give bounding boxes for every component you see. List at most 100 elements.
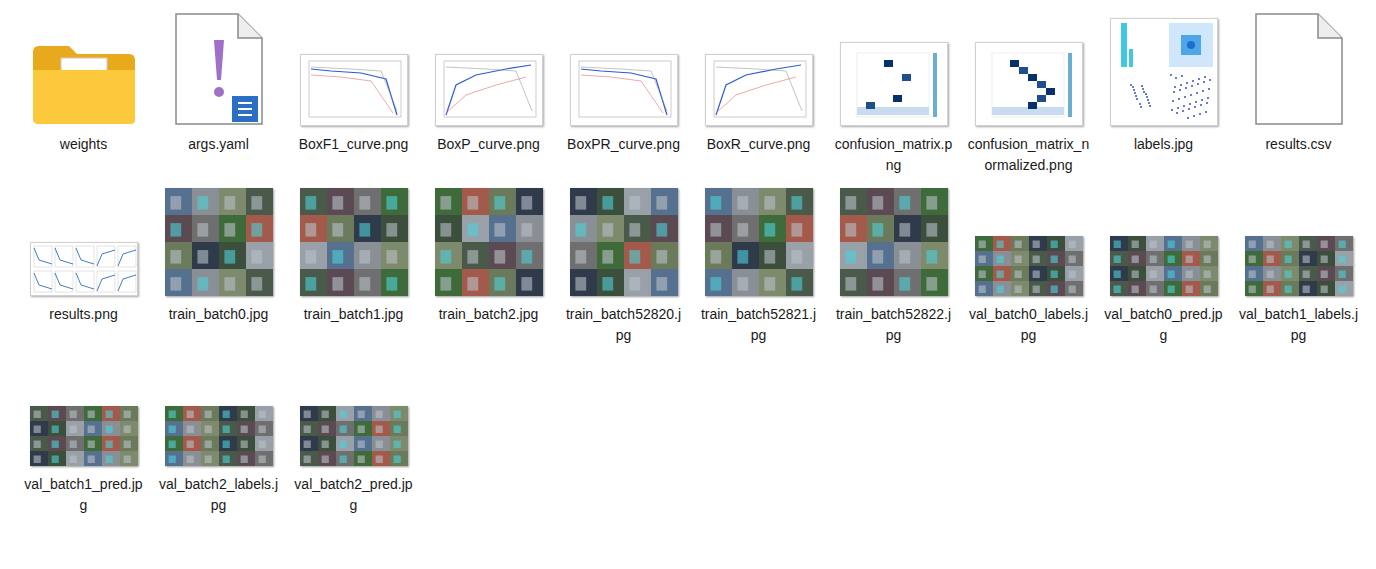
file-thumbnail bbox=[1096, 10, 1231, 126]
file-explorer: weights args.yaml BoxF1_curve.png BoxP_curv… bbox=[0, 0, 1376, 569]
photo-mosaic-icon bbox=[435, 188, 543, 296]
file-thumbnail bbox=[16, 180, 151, 296]
file-thumbnail bbox=[826, 10, 961, 126]
curve-icon bbox=[436, 55, 542, 125]
photo-mosaic-icon bbox=[975, 236, 1083, 296]
results-thumbnail bbox=[30, 242, 138, 296]
photo-mosaic-icon bbox=[570, 188, 678, 296]
file-item[interactable]: val_batch1_labels.jpg bbox=[1231, 180, 1366, 346]
file-thumbnail bbox=[151, 180, 286, 296]
chart-thumbnail bbox=[435, 54, 543, 126]
photo-mosaic-icon bbox=[30, 406, 138, 466]
file-name: train_batch2.jpg bbox=[428, 304, 550, 325]
file-name: val_batch0_labels.jpg bbox=[968, 304, 1090, 346]
curve-icon bbox=[706, 55, 812, 125]
file-item[interactable]: train_batch0.jpg bbox=[151, 180, 286, 346]
file-item[interactable]: results.png bbox=[16, 180, 151, 346]
file-name: val_batch2_pred.jpg bbox=[293, 474, 415, 516]
folder-icon bbox=[31, 44, 137, 126]
file-item[interactable]: train_batch52820.jpg bbox=[556, 180, 691, 346]
yaml-file-icon bbox=[174, 12, 264, 126]
file-name: confusion_matrix_normalized.png bbox=[968, 134, 1090, 176]
photo-thumbnail bbox=[1245, 236, 1353, 296]
file-thumbnail bbox=[691, 10, 826, 126]
file-thumbnail bbox=[961, 10, 1096, 126]
file-thumbnail bbox=[556, 10, 691, 126]
blank-file-icon bbox=[1254, 12, 1344, 126]
file-name: train_batch52821.jpg bbox=[698, 304, 820, 346]
photo-thumbnail bbox=[300, 188, 408, 296]
file-item[interactable]: train_batch52821.jpg bbox=[691, 180, 826, 346]
photo-thumbnail bbox=[165, 406, 273, 466]
scatter-icon bbox=[1111, 19, 1217, 125]
photo-thumbnail bbox=[1110, 236, 1218, 296]
file-name: BoxR_curve.png bbox=[698, 134, 820, 155]
photo-thumbnail bbox=[435, 188, 543, 296]
file-thumbnail bbox=[286, 350, 421, 466]
file-thumbnail bbox=[16, 350, 151, 466]
file-name: BoxP_curve.png bbox=[428, 134, 550, 155]
file-item[interactable]: weights bbox=[16, 10, 151, 176]
chart-thumbnail bbox=[570, 54, 678, 126]
matrix-thumbnail bbox=[840, 42, 948, 126]
file-item[interactable]: train_batch1.jpg bbox=[286, 180, 421, 346]
file-name: BoxF1_curve.png bbox=[293, 134, 415, 155]
photo-mosaic-icon bbox=[705, 188, 813, 296]
curve-icon bbox=[571, 55, 677, 125]
photo-thumbnail bbox=[30, 406, 138, 466]
file-thumbnail bbox=[421, 10, 556, 126]
file-thumbnail bbox=[151, 350, 286, 466]
file-thumbnail bbox=[556, 180, 691, 296]
file-thumbnail bbox=[1096, 180, 1231, 296]
file-item[interactable]: BoxP_curve.png bbox=[421, 10, 556, 176]
file-name: confusion_matrix.png bbox=[833, 134, 955, 176]
photo-mosaic-icon bbox=[300, 406, 408, 466]
file-item[interactable]: val_batch1_pred.jpg bbox=[16, 350, 151, 516]
file-thumbnail bbox=[286, 10, 421, 126]
file-item[interactable]: val_batch0_labels.jpg bbox=[961, 180, 1096, 346]
file-item[interactable]: BoxPR_curve.png bbox=[556, 10, 691, 176]
file-name: train_batch52820.jpg bbox=[563, 304, 685, 346]
file-item[interactable]: confusion_matrix.png bbox=[826, 10, 961, 176]
chart-thumbnail bbox=[705, 54, 813, 126]
photo-thumbnail bbox=[975, 236, 1083, 296]
photo-mosaic-icon bbox=[840, 188, 948, 296]
heatmap-icon bbox=[841, 43, 947, 125]
file-thumbnail bbox=[691, 180, 826, 296]
photo-mosaic-icon bbox=[165, 406, 273, 466]
file-grid: weights args.yaml BoxF1_curve.png BoxP_curv… bbox=[16, 10, 1376, 516]
file-item[interactable]: train_batch2.jpg bbox=[421, 180, 556, 346]
mini-charts-icon bbox=[31, 243, 137, 295]
file-thumbnail bbox=[826, 180, 961, 296]
file-item[interactable]: BoxF1_curve.png bbox=[286, 10, 421, 176]
photo-thumbnail bbox=[840, 188, 948, 296]
file-item[interactable]: val_batch2_pred.jpg bbox=[286, 350, 421, 516]
file-name: results.csv bbox=[1238, 134, 1360, 155]
file-thumbnail bbox=[151, 10, 286, 126]
file-item[interactable]: train_batch52822.jpg bbox=[826, 180, 961, 346]
photo-thumbnail bbox=[570, 188, 678, 296]
file-name: val_batch1_pred.jpg bbox=[23, 474, 145, 516]
file-item[interactable]: val_batch0_pred.jpg bbox=[1096, 180, 1231, 346]
file-item[interactable]: confusion_matrix_normalized.png bbox=[961, 10, 1096, 176]
photo-mosaic-icon bbox=[1245, 236, 1353, 296]
file-item[interactable]: args.yaml bbox=[151, 10, 286, 176]
file-name: train_batch52822.jpg bbox=[833, 304, 955, 346]
file-item[interactable]: BoxR_curve.png bbox=[691, 10, 826, 176]
file-thumbnail bbox=[421, 180, 556, 296]
file-thumbnail bbox=[1231, 180, 1366, 296]
file-name: train_batch0.jpg bbox=[158, 304, 280, 325]
curve-icon bbox=[301, 55, 407, 125]
file-name: results.png bbox=[23, 304, 145, 325]
matrix-thumbnail bbox=[975, 42, 1083, 126]
file-item[interactable]: labels.jpg bbox=[1096, 10, 1231, 176]
file-name: weights bbox=[23, 134, 145, 155]
file-name: train_batch1.jpg bbox=[293, 304, 415, 325]
photo-mosaic-icon bbox=[300, 188, 408, 296]
file-item[interactable]: val_batch2_labels.jpg bbox=[151, 350, 286, 516]
file-item[interactable]: results.csv bbox=[1231, 10, 1366, 176]
file-thumbnail bbox=[1231, 10, 1366, 126]
file-thumbnail bbox=[286, 180, 421, 296]
photo-mosaic-icon bbox=[165, 188, 273, 296]
photo-mosaic-icon bbox=[1110, 236, 1218, 296]
